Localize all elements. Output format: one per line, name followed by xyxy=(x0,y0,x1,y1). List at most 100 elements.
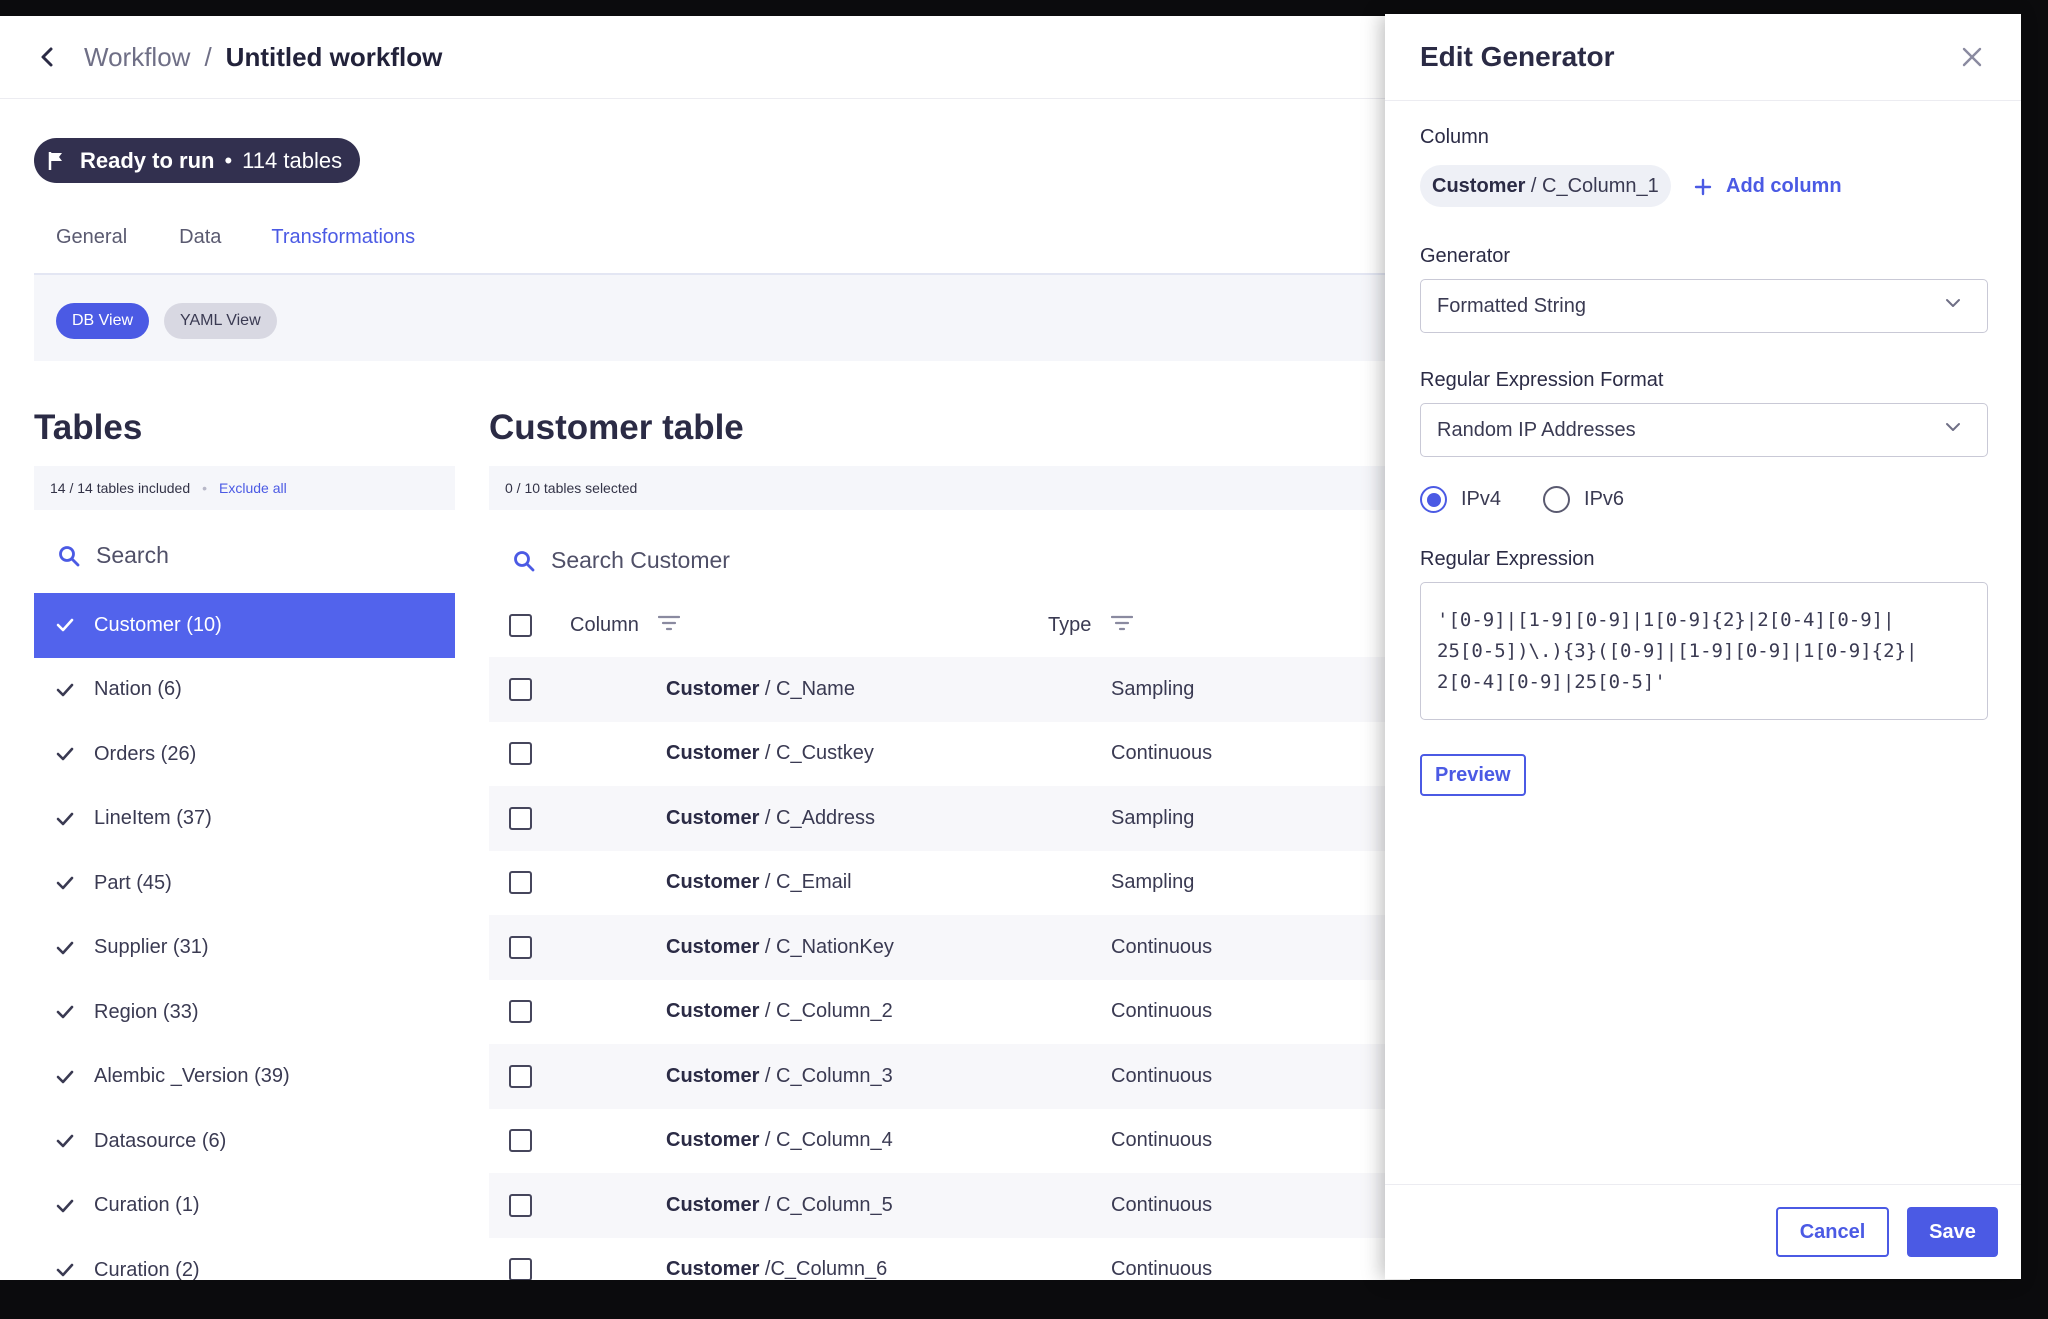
tab-general[interactable]: General xyxy=(34,208,149,278)
status-count: 114 tables xyxy=(242,147,343,173)
tables-included-count: 14 / 14 tables included xyxy=(50,480,191,496)
generator-label: Generator xyxy=(1420,245,1511,267)
check-icon xyxy=(56,1134,78,1148)
table-item-orders[interactable]: Orders (26) xyxy=(34,722,455,787)
row-checkbox[interactable] xyxy=(509,1064,532,1088)
row-checkbox[interactable] xyxy=(509,1000,532,1024)
column-name: Customer / C_Column_2 xyxy=(666,1000,893,1023)
table-row[interactable]: Customer / C_NationKey Continuous xyxy=(489,915,1410,980)
db-view-button[interactable]: DB View xyxy=(56,303,150,339)
generator-select[interactable]: Formatted String xyxy=(1420,279,1988,333)
column-type: Continuous xyxy=(1111,1258,1213,1280)
table-item-region[interactable]: Region (33) xyxy=(34,980,455,1045)
customer-table-title: Customer table xyxy=(489,408,744,447)
table-item-nation[interactable]: Nation (6) xyxy=(34,658,455,723)
flag-icon xyxy=(48,151,64,171)
column-header[interactable]: Column xyxy=(570,613,681,637)
check-icon xyxy=(56,618,78,632)
table-item-lineitem[interactable]: LineItem (37) xyxy=(34,787,455,852)
table-item-datasource[interactable]: Datasource (6) xyxy=(34,1109,455,1174)
column-name: Customer / C_Email xyxy=(666,871,852,894)
table-item-label: Region (33) xyxy=(94,1000,199,1023)
chevron-down-icon xyxy=(1945,422,1961,432)
yaml-view-button[interactable]: YAML View xyxy=(164,303,277,339)
table-row[interactable]: Customer / C_Column_4 Continuous xyxy=(489,1109,1410,1174)
check-icon xyxy=(56,941,78,955)
table-row[interactable]: Customer / C_Name Sampling xyxy=(489,657,1410,722)
ipv4-label: IPv4 xyxy=(1461,488,1502,510)
table-row[interactable]: Customer / C_Address Sampling xyxy=(489,786,1410,851)
table-item-label: Curation (1) xyxy=(94,1194,200,1217)
select-all-checkbox[interactable] xyxy=(509,613,532,637)
type-header[interactable]: Type xyxy=(1048,614,1133,637)
edit-generator-drawer: Edit Generator Column Customer / C_Colum… xyxy=(1385,14,2021,1279)
table-item-alembic-version[interactable]: Alembic _Version (39) xyxy=(34,1045,455,1110)
page-header: Workflow / Untitled workflow xyxy=(0,16,1410,99)
column-type: Continuous xyxy=(1111,1193,1213,1216)
table-row[interactable]: Customer / C_Custkey Continuous xyxy=(489,722,1410,787)
format-select[interactable]: Random IP Addresses xyxy=(1420,403,1988,457)
cancel-button[interactable]: Cancel xyxy=(1776,1207,1889,1257)
filter-icon[interactable] xyxy=(1110,615,1133,631)
table-item-customer[interactable]: Customer (10) xyxy=(34,593,455,658)
column-type: Continuous xyxy=(1111,742,1213,765)
column-table: Customer xyxy=(666,1193,760,1216)
ipv4-radio[interactable] xyxy=(1420,486,1447,513)
column-type: Continuous xyxy=(1111,1000,1213,1023)
add-column-button[interactable]: Add column xyxy=(1694,175,1842,198)
breadcrumb-separator: / xyxy=(204,41,212,72)
regex-line-3: 2[0-4][0-9]|25[0-5]' xyxy=(1437,671,1666,693)
column-name: Customer / C_Column_3 xyxy=(666,1065,893,1088)
column-field: C_Column_5 xyxy=(776,1193,893,1216)
table-item-curation-1[interactable]: Curation (1) xyxy=(34,1174,455,1239)
table-item-part[interactable]: Part (45) xyxy=(34,851,455,916)
table-row[interactable]: Customer / C_Column_2 Continuous xyxy=(489,980,1410,1045)
column-field: C_Column_6 xyxy=(770,1258,888,1280)
table-item-supplier[interactable]: Supplier (31) xyxy=(34,916,455,981)
column-table: Customer xyxy=(666,1258,760,1280)
chevron-left-icon[interactable] xyxy=(40,47,60,67)
row-checkbox[interactable] xyxy=(509,1258,532,1280)
table-row[interactable]: Customer / C_Column_5 Continuous xyxy=(489,1173,1410,1238)
column-chip[interactable]: Customer / C_Column_1 xyxy=(1420,165,1671,207)
column-table: Customer xyxy=(666,742,760,765)
filter-icon[interactable] xyxy=(658,615,681,631)
table-row[interactable]: Customer / C_Email Sampling xyxy=(489,851,1410,916)
row-checkbox[interactable] xyxy=(509,1129,532,1153)
regex-textarea[interactable]: '[0-9]|[1-9][0-9]|1[0-9]{2}|2[0-4][0-9]|… xyxy=(1420,582,1988,720)
row-checkbox[interactable] xyxy=(509,1193,532,1217)
column-sep: / xyxy=(759,742,777,765)
column-sep: / xyxy=(759,1129,777,1152)
row-checkbox[interactable] xyxy=(509,871,532,895)
breadcrumb-workflow[interactable]: Workflow xyxy=(84,42,190,73)
column-header-label: Column xyxy=(570,613,639,636)
columns-header-row: Column Type xyxy=(489,593,1410,657)
ipv6-radio[interactable] xyxy=(1543,486,1571,513)
search-icon xyxy=(513,550,535,572)
table-row[interactable]: Customer / C_Column_3 Continuous xyxy=(489,1044,1410,1109)
column-type: Sampling xyxy=(1111,871,1195,894)
search-icon xyxy=(58,545,80,567)
tab-data[interactable]: Data xyxy=(157,208,243,278)
check-icon xyxy=(56,1070,78,1084)
exclude-all-link[interactable]: Exclude all xyxy=(219,480,287,496)
column-type: Sampling xyxy=(1111,806,1195,829)
column-name: Customer /C_Column_6 xyxy=(666,1258,887,1280)
row-checkbox[interactable] xyxy=(509,742,532,766)
save-button[interactable]: Save xyxy=(1907,1207,1998,1257)
tables-search-input[interactable]: Search xyxy=(58,542,169,569)
row-checkbox[interactable] xyxy=(509,677,532,701)
close-icon[interactable] xyxy=(1961,46,1983,68)
table-item-curation-2[interactable]: Curation (2) xyxy=(34,1238,455,1280)
row-checkbox[interactable] xyxy=(509,935,532,959)
tab-transformations[interactable]: Transformations xyxy=(249,208,438,278)
table-row[interactable]: Customer /C_Column_6 Continuous xyxy=(489,1238,1410,1280)
column-table: Customer xyxy=(666,935,760,958)
customer-search-input[interactable]: Search Customer xyxy=(513,547,730,574)
column-field: C_Column_3 xyxy=(776,1064,893,1087)
row-checkbox[interactable] xyxy=(509,806,532,830)
columns-selected-count: 0 / 10 tables selected xyxy=(505,480,638,496)
tables-search-placeholder: Search xyxy=(96,542,169,568)
plus-icon xyxy=(1694,178,1712,196)
preview-button[interactable]: Preview xyxy=(1420,754,1526,796)
